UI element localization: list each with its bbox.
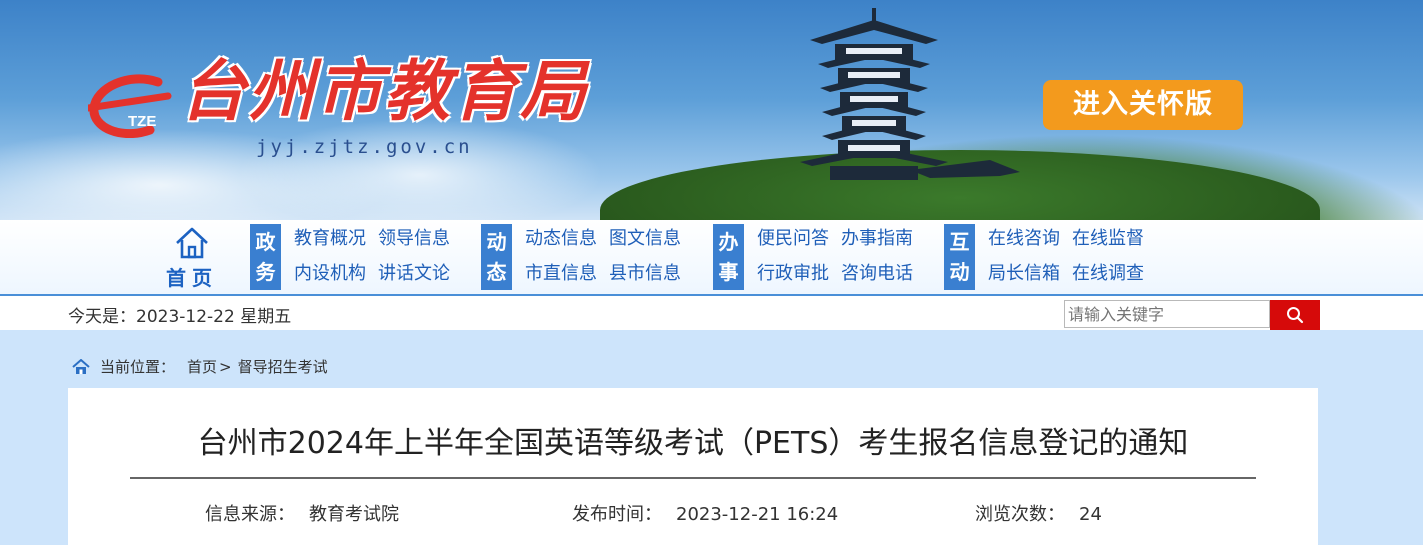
nav-link[interactable]: 动态信息 <box>525 228 597 255</box>
nav-link[interactable]: 在线调查 <box>1072 263 1144 290</box>
logo-icon: TZE <box>88 74 172 138</box>
nav-link[interactable]: 在线咨询 <box>988 228 1060 255</box>
nav-link[interactable]: 图文信息 <box>609 228 681 255</box>
header-banner: TZE 台州市教育局 jyj.zjtz.gov.cn 进入关怀版 <box>0 0 1423 220</box>
nav-link[interactable]: 县市信息 <box>609 263 681 290</box>
breadcrumb: 当前位置： 首页 > 督导招生考试 <box>72 356 328 377</box>
breadcrumb-home-link[interactable]: 首页 <box>187 356 217 377</box>
logo-mark-text: TZE <box>128 113 156 130</box>
time-value: 2023-12-21 16:24 <box>676 504 839 525</box>
nav-category-news: 动 态 <box>481 224 512 290</box>
nav-category-government: 政 务 <box>250 224 281 290</box>
nav-link[interactable]: 便民问答 <box>757 228 829 255</box>
main-nav: 首页 政 务 教育概况 领导信息 内设机构 讲话文论 动 态 动态信息 图文信息… <box>0 220 1423 296</box>
nav-category-char: 动 <box>486 230 507 254</box>
search-icon <box>1287 307 1304 324</box>
search-button[interactable] <box>1270 300 1320 330</box>
nav-category-char: 互 <box>949 230 970 254</box>
search-box <box>1064 300 1320 330</box>
source-value: 教育考试院 <box>309 504 399 525</box>
breadcrumb-label: 当前位置： <box>100 358 176 376</box>
search-input[interactable] <box>1064 300 1270 328</box>
nav-group-interaction: 互 动 在线咨询 在线监督 局长信箱 在线调查 <box>944 224 1144 290</box>
nav-link[interactable]: 局长信箱 <box>988 263 1060 290</box>
article-title: 台州市2024年上半年全国英语等级考试（PETS）考生报名信息登记的通知 <box>197 426 1189 461</box>
nav-category-char: 务 <box>255 260 276 284</box>
views-value: 24 <box>1079 504 1102 525</box>
nav-category-char: 态 <box>486 260 507 284</box>
article-time: 发布时间： 2023-12-21 16:24 <box>572 500 838 526</box>
nav-link[interactable]: 市直信息 <box>525 263 597 290</box>
source-label: 信息来源： <box>205 504 295 525</box>
date-search-bar: 今天是：2023-12-22 星期五 <box>0 296 1423 330</box>
breadcrumb-separator: > <box>219 357 232 376</box>
nav-link[interactable]: 行政审批 <box>757 263 829 290</box>
article-views: 浏览次数： 24 <box>975 500 1102 526</box>
article-source: 信息来源： 教育考试院 <box>205 500 399 526</box>
nav-category-char: 办 <box>718 230 739 254</box>
current-date: 今天是：2023-12-22 星期五 <box>68 307 292 327</box>
care-mode-button[interactable]: 进入关怀版 <box>1043 80 1243 130</box>
site-url: jyj.zjtz.gov.cn <box>256 136 473 158</box>
pagoda-graphic <box>800 8 1020 180</box>
nav-category-char: 动 <box>949 260 970 284</box>
nav-link[interactable]: 讲话文论 <box>378 263 450 290</box>
nav-category-interaction: 互 动 <box>944 224 975 290</box>
nav-link[interactable]: 办事指南 <box>841 228 913 255</box>
title-divider <box>130 477 1256 479</box>
nav-link[interactable]: 内设机构 <box>294 263 366 290</box>
nav-link[interactable]: 在线监督 <box>1072 228 1144 255</box>
nav-category-char: 政 <box>255 230 276 254</box>
nav-group-services: 办 事 便民问答 办事指南 行政审批 咨询电话 <box>713 224 913 290</box>
breadcrumb-current[interactable]: 督导招生考试 <box>238 356 328 377</box>
nav-category-char: 事 <box>718 260 739 284</box>
views-label: 浏览次数： <box>975 504 1065 525</box>
nav-home-label: 首页 <box>166 266 218 290</box>
breadcrumb-home-icon <box>72 358 90 374</box>
time-label: 发布时间： <box>572 504 662 525</box>
nav-link[interactable]: 领导信息 <box>378 228 450 255</box>
nav-link[interactable]: 教育概况 <box>294 228 366 255</box>
nav-category-services: 办 事 <box>713 224 744 290</box>
home-icon <box>176 227 208 259</box>
nav-link[interactable]: 咨询电话 <box>841 263 913 290</box>
site-title: 台州市教育局 <box>180 52 588 130</box>
article-card: 台州市2024年上半年全国英语等级考试（PETS）考生报名信息登记的通知 信息来… <box>68 388 1318 545</box>
nav-home[interactable]: 首页 <box>165 226 219 291</box>
nav-group-news: 动 态 动态信息 图文信息 市直信息 县市信息 <box>481 224 681 290</box>
nav-group-government: 政 务 教育概况 领导信息 内设机构 讲话文论 <box>250 224 450 290</box>
